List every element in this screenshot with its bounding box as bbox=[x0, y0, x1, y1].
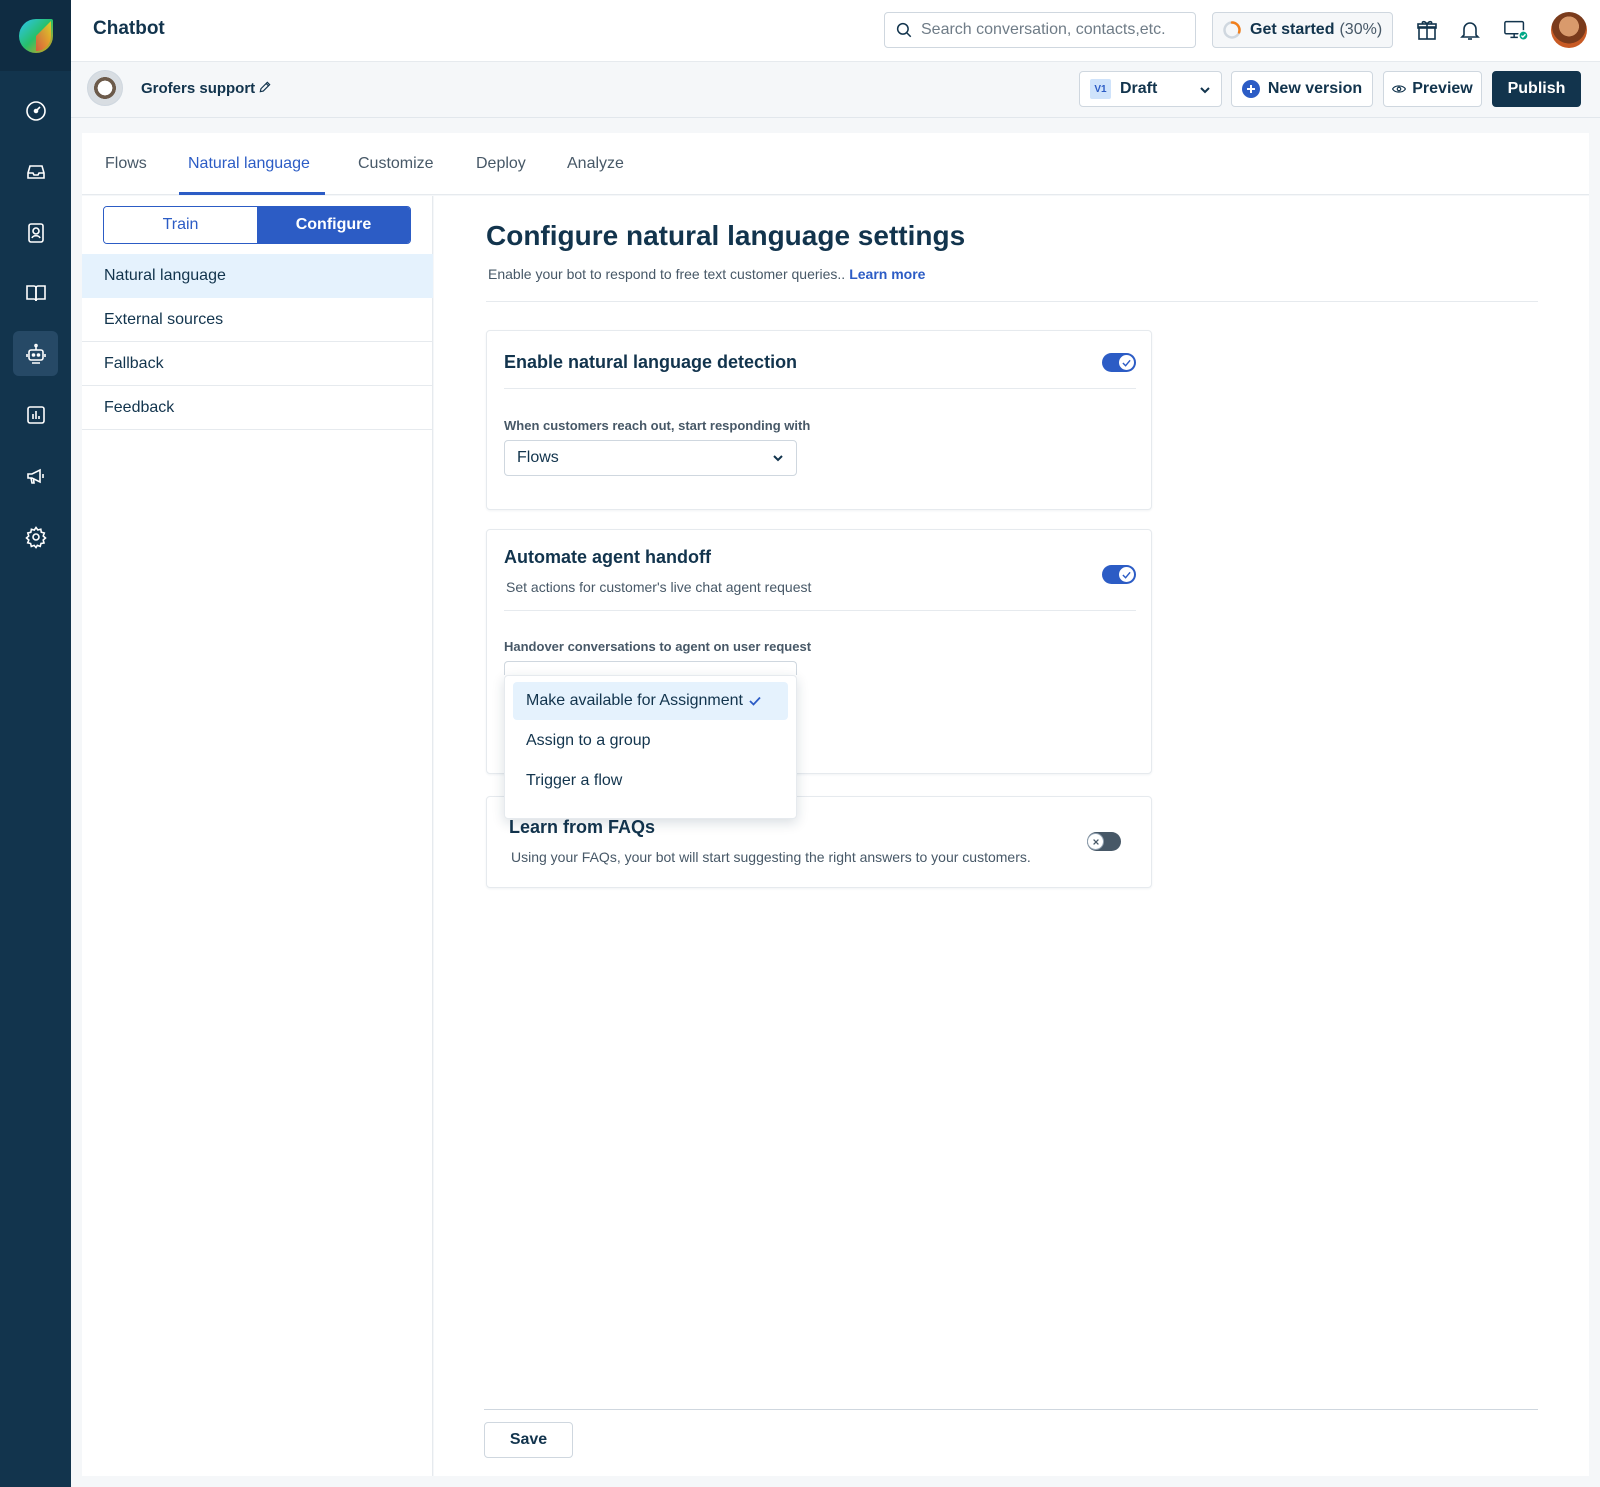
app-title: Chatbot bbox=[93, 18, 165, 39]
left-rail bbox=[0, 0, 71, 1487]
chevron-down-icon bbox=[773, 455, 783, 462]
progress-ring-icon bbox=[1223, 21, 1241, 39]
tab-customize[interactable]: Customize bbox=[358, 155, 434, 173]
bot-header: Grofers support V1 Draft New version Pre… bbox=[71, 62, 1600, 118]
bot-name: Grofers support bbox=[141, 80, 256, 97]
agent-status-icon[interactable] bbox=[1503, 17, 1529, 43]
check-icon bbox=[1122, 359, 1131, 367]
sidebar-item-feedback[interactable]: Feedback bbox=[82, 386, 433, 430]
sidebar-item-external-sources[interactable]: External sources bbox=[82, 298, 433, 342]
dropdown-option-trigger-flow[interactable]: Trigger a flow bbox=[513, 762, 788, 800]
gift-icon[interactable] bbox=[1414, 17, 1440, 43]
divider bbox=[504, 388, 1136, 389]
toggle-knob bbox=[1118, 354, 1135, 371]
page-subtitle: Enable your bot to respond to free text … bbox=[488, 266, 925, 282]
page-subtitle-text: Enable your bot to respond to free text … bbox=[488, 266, 846, 282]
divider bbox=[486, 301, 1538, 302]
sidebar-item-fallback[interactable]: Fallback bbox=[82, 342, 433, 386]
new-version-button[interactable]: New version bbox=[1231, 71, 1373, 107]
train-configure-toggle: Train Configure bbox=[103, 206, 411, 244]
train-segment[interactable]: Train bbox=[104, 207, 257, 243]
tab-flows[interactable]: Flows bbox=[105, 155, 147, 173]
save-button[interactable]: Save bbox=[484, 1422, 573, 1458]
divider bbox=[504, 610, 1136, 611]
learn-faqs-description: Using your FAQs, your bot will start sug… bbox=[511, 849, 1031, 865]
plus-circle-icon bbox=[1241, 80, 1260, 98]
user-avatar[interactable] bbox=[1551, 12, 1587, 48]
bot-avatar bbox=[87, 70, 123, 106]
version-state: Draft bbox=[1120, 80, 1158, 97]
main-panel: Configure natural language settings Enab… bbox=[434, 196, 1589, 1476]
edit-pencil-icon[interactable] bbox=[258, 80, 272, 99]
respond-with-value: Flows bbox=[517, 449, 559, 466]
close-icon bbox=[1092, 838, 1099, 845]
knowledge-icon[interactable] bbox=[13, 270, 58, 315]
contacts-icon[interactable] bbox=[13, 210, 58, 255]
tab-deploy[interactable]: Deploy bbox=[476, 155, 526, 173]
tab-natural-language[interactable]: Natural language bbox=[188, 155, 310, 173]
notifications-bell-icon[interactable] bbox=[1457, 17, 1483, 43]
agent-handoff-description: Set actions for customer's live chat age… bbox=[506, 579, 812, 595]
handover-select[interactable] bbox=[504, 661, 797, 675]
check-icon bbox=[749, 696, 761, 706]
dropdown-option-assign-group[interactable]: Assign to a group bbox=[513, 722, 788, 760]
bot-icon[interactable] bbox=[13, 331, 58, 376]
agent-handoff-title: Automate agent handoff bbox=[504, 547, 711, 567]
version-select[interactable]: V1 Draft bbox=[1079, 71, 1222, 107]
learn-more-link[interactable]: Learn more bbox=[849, 266, 925, 282]
campaigns-icon[interactable] bbox=[13, 453, 58, 498]
dashboard-icon[interactable] bbox=[13, 88, 58, 133]
tab-analyze[interactable]: Analyze bbox=[567, 155, 624, 173]
reports-icon[interactable] bbox=[13, 392, 58, 437]
learn-faqs-title: Learn from FAQs bbox=[509, 817, 656, 837]
dropdown-option-make-available[interactable]: Make available for Assignment bbox=[513, 682, 788, 720]
eye-icon bbox=[1392, 85, 1407, 93]
page-title: Configure natural language settings bbox=[486, 220, 966, 251]
check-icon bbox=[1122, 571, 1131, 579]
learn-faqs-toggle[interactable] bbox=[1087, 832, 1121, 851]
tabs-bar: Flows Natural language Customize Deploy … bbox=[82, 133, 1589, 195]
logo-icon bbox=[18, 18, 53, 53]
nl-detection-toggle[interactable] bbox=[1102, 353, 1136, 372]
option-label: Make available for Assignment bbox=[526, 692, 743, 709]
global-search[interactable] bbox=[884, 12, 1196, 48]
chevron-down-icon bbox=[1200, 87, 1210, 94]
toggle-knob bbox=[1118, 566, 1135, 583]
settings-icon[interactable] bbox=[13, 514, 58, 559]
new-version-label: New version bbox=[1267, 80, 1363, 97]
preview-button[interactable]: Preview bbox=[1383, 71, 1482, 107]
footer-divider bbox=[484, 1409, 1538, 1410]
respond-with-label: When customers reach out, start respondi… bbox=[504, 418, 811, 433]
handover-label: Handover conversations to agent on user … bbox=[504, 639, 812, 654]
app-logo[interactable] bbox=[0, 0, 71, 71]
version-badge: V1 bbox=[1090, 79, 1111, 99]
active-tab-indicator bbox=[179, 192, 325, 195]
handover-dropdown-menu: Make available for Assignment Assign to … bbox=[504, 675, 797, 819]
settings-sidebar: Train Configure Natural language Externa… bbox=[82, 196, 433, 1476]
respond-with-select[interactable]: Flows bbox=[504, 440, 797, 476]
search-icon bbox=[896, 22, 912, 38]
get-started-percent: (30%) bbox=[1339, 21, 1383, 38]
sidebar-item-natural-language[interactable]: Natural language bbox=[82, 254, 433, 298]
configure-segment[interactable]: Configure bbox=[257, 207, 410, 243]
preview-label: Preview bbox=[1412, 80, 1473, 97]
toggle-knob bbox=[1087, 833, 1104, 850]
get-started-label: Get started bbox=[1250, 21, 1335, 38]
search-input[interactable] bbox=[921, 21, 1181, 39]
nl-detection-title: Enable natural language detection bbox=[504, 352, 798, 372]
top-header: Chatbot Get started (30%) bbox=[71, 0, 1600, 62]
inbox-icon[interactable] bbox=[13, 149, 58, 194]
nl-detection-card: Enable natural language detection When c… bbox=[486, 330, 1152, 510]
agent-handoff-toggle[interactable] bbox=[1102, 565, 1136, 584]
publish-button[interactable]: Publish bbox=[1492, 71, 1581, 107]
get-started-button[interactable]: Get started (30%) bbox=[1212, 12, 1393, 48]
